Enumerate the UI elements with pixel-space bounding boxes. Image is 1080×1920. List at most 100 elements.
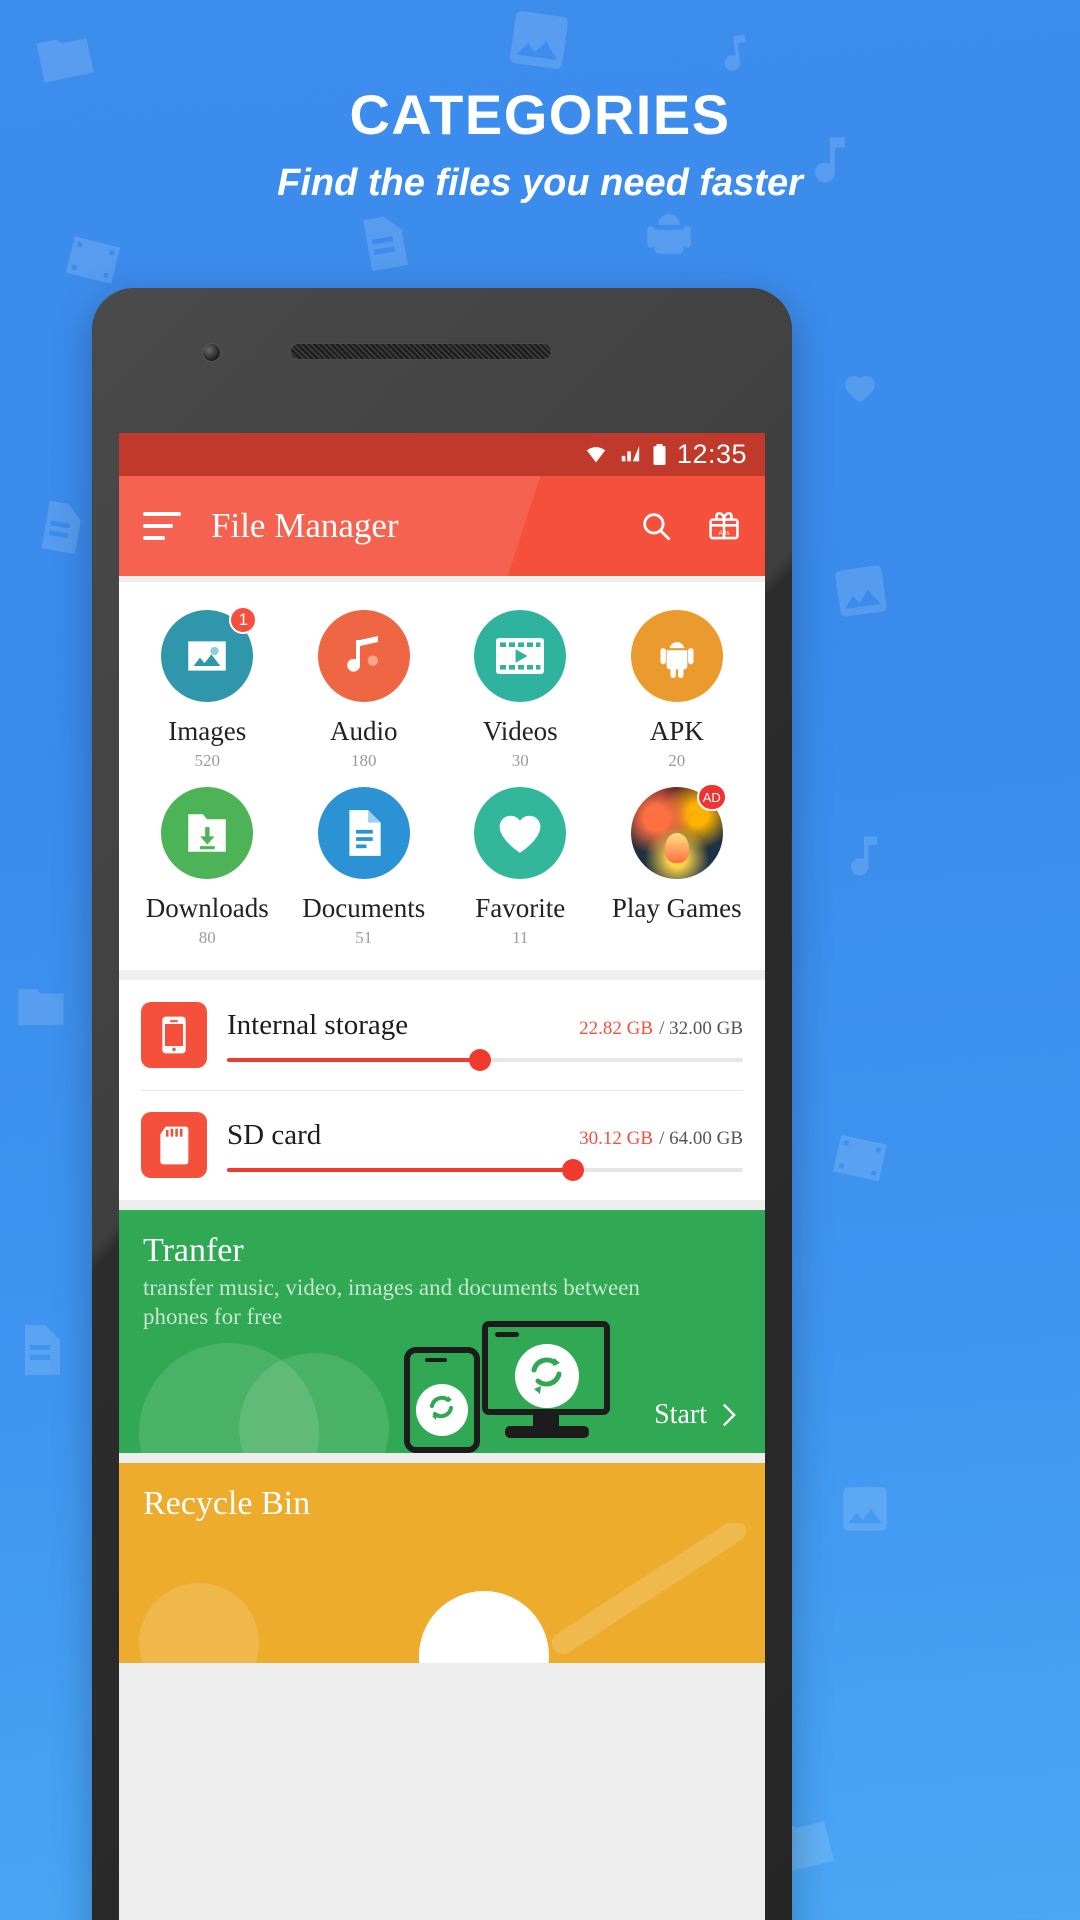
images-badge: 1 [229, 606, 258, 634]
category-apk[interactable]: APK 20 [599, 610, 756, 771]
storage-progress-fill [227, 1057, 480, 1062]
category-label: APK [649, 716, 704, 746]
storage-total: / 32.00 GB [659, 1017, 743, 1039]
document-doodle3-icon [25, 1325, 60, 1375]
documents-circle [317, 787, 410, 879]
recycle-banner[interactable]: Recycle Bin [119, 1463, 765, 1663]
sdcard-glyph-icon [160, 1126, 189, 1165]
film-doodle-icon [65, 236, 121, 284]
storage-total: / 64.00 GB [659, 1127, 743, 1149]
storage-progress-bar [227, 1048, 743, 1071]
apk-circle [630, 610, 723, 702]
heart-doodle-icon [845, 375, 875, 403]
play-games-circle: AD [630, 783, 727, 879]
status-time: 12:35 [676, 439, 747, 469]
categories-grid: 1 Images 520 Audio 180 Videos 30 APK 20 … [119, 582, 765, 970]
recycle-white-circle [419, 1591, 549, 1663]
category-label: Images [168, 716, 247, 746]
category-count: 11 [512, 928, 529, 947]
page-subtitle: Find the files you need faster [277, 162, 803, 204]
favorite-circle [474, 787, 567, 879]
film-doodle2-icon [833, 1134, 887, 1182]
power-button[interactable] [791, 640, 792, 700]
search-icon[interactable] [639, 509, 673, 543]
storage-progress-knob[interactable] [561, 1158, 584, 1181]
music-doodle-icon [724, 34, 746, 71]
storage-card: Internal storage 22.82 GB / 32.00 GB SD … [119, 980, 765, 1200]
volume-button[interactable] [791, 833, 792, 938]
wifi-icon [586, 446, 606, 462]
recycle-title: Recycle Bin [143, 1485, 311, 1522]
battery-icon [653, 443, 666, 465]
downloads-circle [161, 787, 254, 879]
storage-name: Internal storage [227, 1008, 409, 1041]
storage-top: SD card 30.12 GB / 64.00 GB [227, 1119, 743, 1152]
transfer-title: Tranfer [143, 1232, 244, 1269]
storage-used: 22.82 GB [579, 1017, 654, 1039]
storage-row-sdcard[interactable]: SD card 30.12 GB / 64.00 GB [119, 1090, 765, 1200]
category-label: Audio [330, 716, 398, 746]
category-audio[interactable]: Audio 180 [286, 610, 443, 771]
page-title: CATEGORIES [349, 83, 731, 146]
image-doodle2-icon [835, 565, 887, 617]
category-count: 20 [668, 751, 686, 770]
category-count: 80 [198, 928, 216, 947]
music-note-icon [346, 636, 378, 672]
storage-progress-bar [227, 1158, 743, 1181]
gift-ads-icon[interactable]: Ads [707, 509, 741, 543]
svg-text:Ads: Ads [718, 530, 730, 537]
start-label: Start [654, 1399, 707, 1430]
transfer-devices-illustration [404, 1321, 610, 1453]
hamburger-menu-icon[interactable] [143, 512, 181, 540]
front-camera-icon [202, 343, 221, 362]
category-favorite[interactable]: Favorite 11 [442, 787, 599, 948]
document-doodle2-icon [41, 500, 81, 555]
app-title: File Manager [211, 506, 399, 545]
transfer-banner[interactable]: Tranfer transfer music, video, images an… [119, 1210, 765, 1453]
heart-icon [499, 815, 541, 853]
transfer-start-button[interactable]: Start [654, 1399, 739, 1431]
sdcard-icon [141, 1112, 207, 1178]
signal-icon [621, 445, 640, 461]
app-bar: File Manager Ads [119, 476, 765, 576]
category-label: Documents [302, 893, 426, 923]
status-bar: 12:35 [119, 433, 765, 476]
categories-card: 1 Images 520 Audio 180 Videos 30 APK 20 … [119, 582, 765, 970]
category-documents[interactable]: Documents 51 [286, 787, 443, 948]
folder-doodle2-icon [18, 989, 64, 1025]
earpiece-speaker [290, 343, 552, 360]
phone-glyph-icon [162, 1016, 186, 1054]
document-doodle-icon [363, 216, 408, 272]
phone-icon [141, 1002, 207, 1068]
recycle-arrow-illustration [552, 1523, 746, 1654]
storage-progress-knob[interactable] [468, 1048, 491, 1071]
category-count: 30 [511, 751, 529, 770]
music-note-doodle2-icon [851, 836, 877, 876]
image-doodle-icon [510, 11, 568, 69]
storage-progress-fill [227, 1167, 573, 1172]
audio-circle [317, 610, 410, 702]
category-label: Downloads [145, 893, 269, 923]
category-label: Videos [482, 716, 558, 746]
android-icon [660, 642, 694, 679]
phone-mockup: 12:35 File Manager Ads 1 Images 520 Audi… [92, 288, 792, 1920]
storage-row-internal[interactable]: Internal storage 22.82 GB / 32.00 GB [119, 980, 765, 1090]
storage-top: Internal storage 22.82 GB / 32.00 GB [227, 1009, 743, 1042]
category-label: Favorite [475, 893, 566, 923]
category-downloads[interactable]: Downloads 80 [129, 787, 286, 948]
videos-circle [474, 610, 567, 702]
category-play-games[interactable]: AD Play Games [599, 783, 756, 948]
recycle-blob [139, 1583, 259, 1663]
ad-badge: AD [696, 783, 727, 811]
category-videos[interactable]: Videos 30 [442, 610, 599, 771]
category-images[interactable]: 1 Images 520 [129, 606, 286, 771]
film-icon [496, 638, 545, 674]
document-icon [349, 810, 381, 856]
storage-name: SD card [227, 1118, 322, 1151]
android-doodle-icon [647, 214, 691, 254]
storage-body: SD card 30.12 GB / 64.00 GB [227, 1119, 743, 1181]
category-count: 51 [355, 928, 373, 947]
appbar-actions: Ads [639, 509, 741, 543]
storage-body: Internal storage 22.82 GB / 32.00 GB [227, 1009, 743, 1071]
storage-used: 30.12 GB [579, 1127, 654, 1149]
